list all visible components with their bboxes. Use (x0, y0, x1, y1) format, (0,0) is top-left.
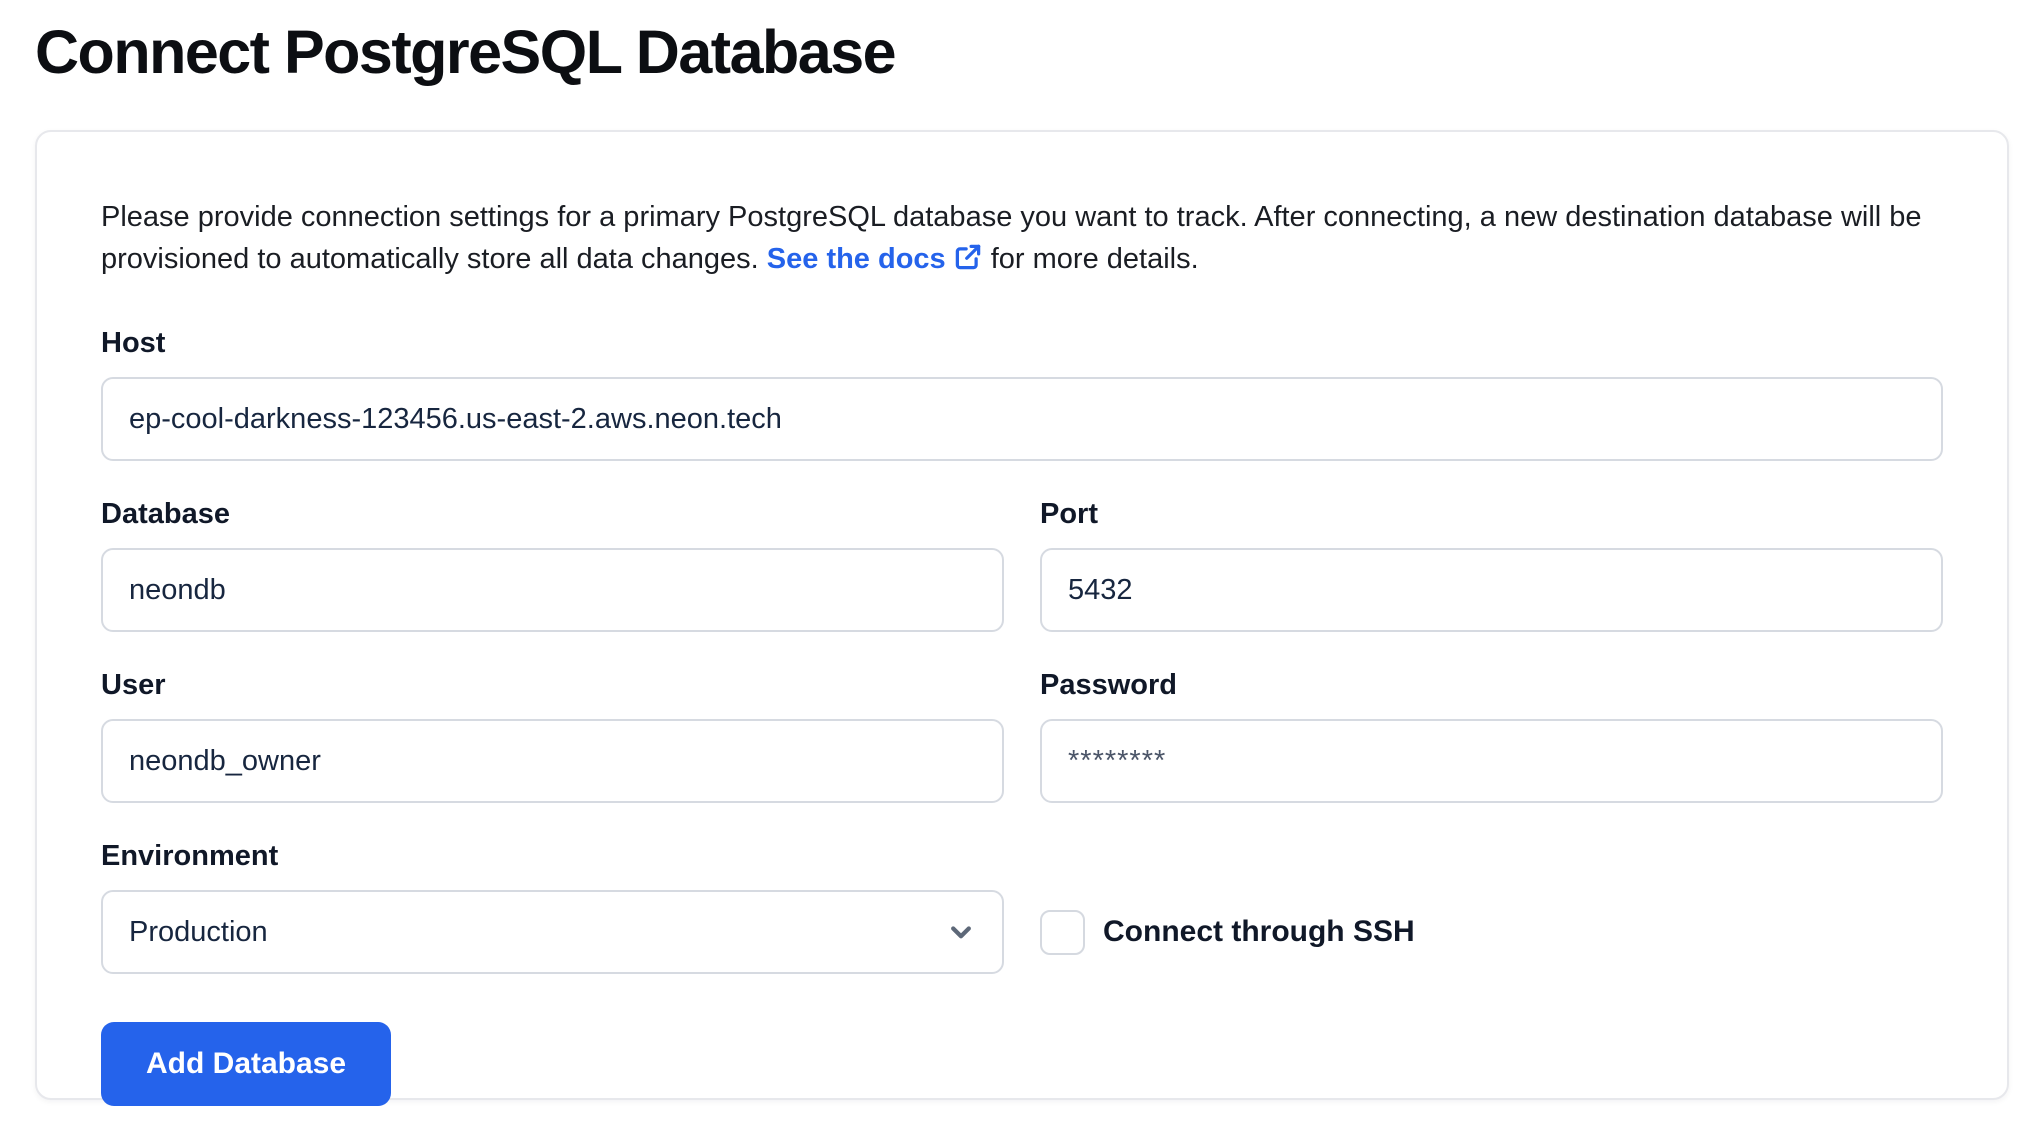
ssh-field-group: Connect through SSH (1040, 890, 1943, 974)
password-label: Password (1040, 668, 1943, 702)
chevron-down-icon (944, 915, 978, 949)
see-the-docs-link[interactable]: See the docs (767, 243, 983, 275)
database-label: Database (101, 497, 1004, 531)
user-label: User (101, 668, 1004, 702)
fields-grid: Database Port User Password Environment … (101, 497, 1943, 974)
add-database-button[interactable]: Add Database (101, 1022, 391, 1106)
host-input[interactable] (101, 377, 1943, 461)
external-link-icon (953, 242, 983, 272)
port-input[interactable] (1040, 548, 1943, 632)
ssh-checkbox-label[interactable]: Connect through SSH (1103, 915, 1415, 949)
password-field-group: Password (1040, 668, 1943, 803)
page: Connect PostgreSQL Database Please provi… (0, 0, 2044, 1100)
database-field-group: Database (101, 497, 1004, 632)
database-input[interactable] (101, 548, 1004, 632)
environment-selected-value: Production (129, 916, 268, 949)
environment-select[interactable]: Production (101, 890, 1004, 974)
host-field-group: Host (101, 326, 1943, 461)
host-label: Host (101, 326, 1943, 360)
user-input[interactable] (101, 719, 1004, 803)
port-field-group: Port (1040, 497, 1943, 632)
see-the-docs-label: See the docs (767, 243, 946, 275)
user-field-group: User (101, 668, 1004, 803)
description-text-after: for more details. (991, 243, 1199, 275)
description: Please provide connection settings for a… (101, 196, 1943, 280)
environment-label: Environment (101, 839, 1004, 873)
ssh-checkbox[interactable] (1040, 910, 1085, 955)
password-input[interactable] (1040, 719, 1943, 803)
port-label: Port (1040, 497, 1943, 531)
environment-field-group: Environment Production (101, 839, 1004, 974)
page-title: Connect PostgreSQL Database (35, 0, 2009, 92)
connection-form-card: Please provide connection settings for a… (35, 130, 2009, 1100)
